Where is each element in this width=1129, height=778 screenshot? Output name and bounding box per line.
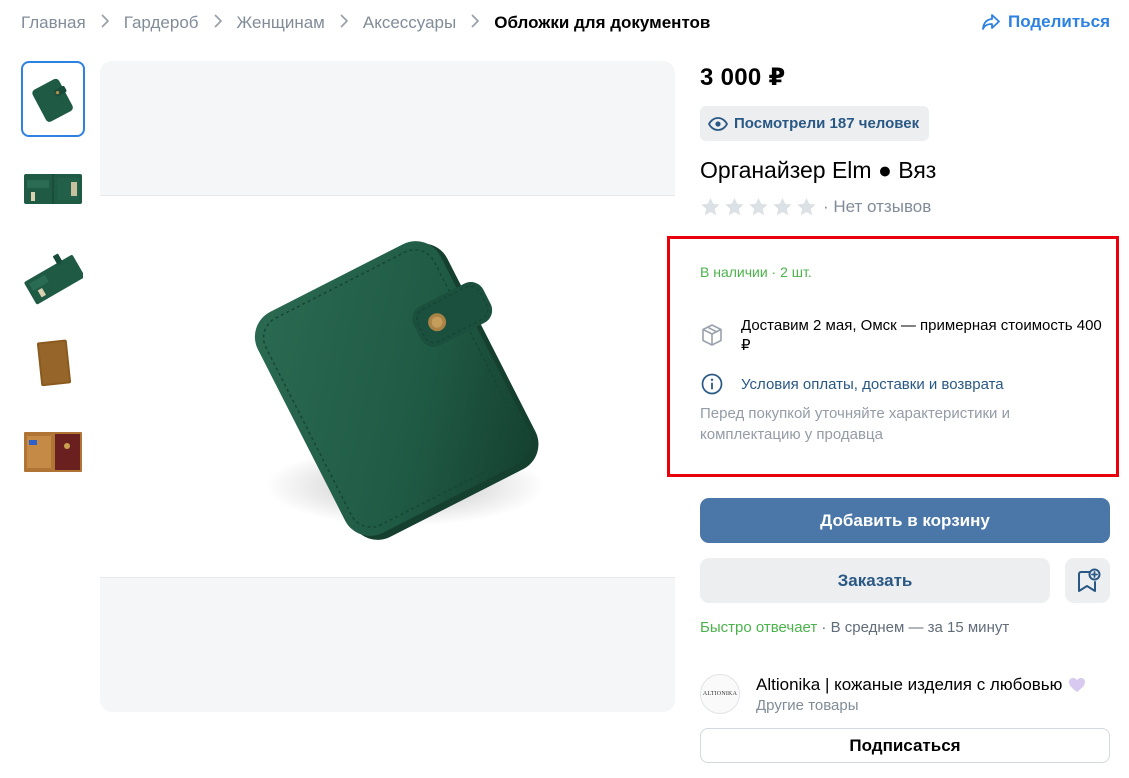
thumbnail-brown-cover[interactable] [21, 325, 85, 401]
thumbnail-green-cover-closed[interactable] [21, 61, 85, 137]
product-title: Органайзер Elm ● Вяз [700, 157, 937, 183]
seller-name[interactable]: Altionika | кожаные изделия с любовью [756, 675, 1062, 695]
thumbnail-passport-cover-open[interactable] [21, 413, 85, 489]
delivery-text: Доставим 2 мая, Омск — примерная стоимос… [741, 317, 1102, 354]
chevron-right-icon [471, 13, 480, 33]
thumbnail-list [21, 61, 85, 501]
product-info: 3 000 ₽ Посмотрели 187 человек Органайзе… [700, 61, 1110, 219]
delivery-info: Доставим 2 мая, Омск — примерная стоимос… [700, 316, 1111, 356]
seller-card[interactable]: ALTIONIKA Altionika | кожаные изделия с … [700, 674, 1086, 714]
eye-icon [708, 116, 728, 131]
rating-stars [700, 197, 820, 217]
fast-response-label: Быстро отвечает [700, 619, 818, 636]
reviews-label[interactable]: · Нет отзывов [823, 197, 931, 217]
product-photo [100, 195, 675, 578]
views-label: Посмотрели 187 человек [734, 115, 920, 132]
breadcrumb-item-women[interactable]: Женщинам [237, 13, 325, 33]
green-organizer-image [254, 241, 545, 540]
views-badge: Посмотрели 187 человек [700, 106, 930, 141]
terms-link[interactable]: Условия оплаты, доставки и возврата [700, 372, 1004, 396]
star-icon [773, 197, 792, 216]
product-gallery[interactable] [100, 61, 675, 712]
breadcrumb-current: Обложки для документов [494, 13, 711, 32]
breadcrumb-item-accessories[interactable]: Аксессуары [363, 13, 456, 33]
order-button[interactable]: Заказать [700, 558, 1050, 603]
share-label: Поделиться [1007, 12, 1110, 31]
chevron-right-icon [340, 13, 349, 33]
share-icon [982, 14, 1000, 30]
bookmark-add-button[interactable] [1065, 558, 1110, 603]
info-icon [701, 373, 723, 395]
star-icon [749, 197, 768, 216]
box-icon [702, 324, 722, 346]
breadcrumb-item-wardrobe[interactable]: Гардероб [124, 13, 199, 33]
rating: · Нет отзывов [700, 195, 1110, 219]
breadcrumb-item-home[interactable]: Главная [21, 13, 86, 33]
seller-avatar[interactable]: ALTIONIKA [700, 674, 740, 714]
breadcrumb: Главная Гардероб Женщинам Аксессуары Обл… [21, 12, 710, 34]
share-button[interactable]: Поделиться [981, 12, 1110, 32]
thumbnail-green-cover-open-side[interactable] [21, 237, 85, 313]
star-icon [725, 197, 744, 216]
seller-name-row: Altionika | кожаные изделия с любовью [756, 675, 1086, 695]
add-to-cart-button[interactable]: Добавить в корзину [700, 498, 1110, 543]
star-icon [797, 197, 816, 216]
chevron-right-icon [101, 13, 110, 33]
thumbnail-green-cover-open[interactable] [21, 149, 85, 225]
stock-status: В наличии · 2 шт. [700, 264, 812, 280]
response-time: Быстро отвечает · В среднем — за 15 мину… [700, 619, 1009, 636]
terms-label[interactable]: Условия оплаты, доставки и возврата [741, 376, 1004, 393]
product-price: 3 000 ₽ [700, 64, 786, 91]
subscribe-button[interactable]: Подписаться [700, 728, 1110, 763]
seller-note: Перед покупкой уточняйте характеристики … [700, 405, 1010, 443]
bookmark-add-icon [1077, 568, 1100, 592]
star-icon [701, 197, 720, 216]
other-goods-link[interactable]: Другие товары [756, 697, 1086, 714]
avg-response-label: · В среднем — за 15 минут [817, 619, 1010, 636]
heart-icon [1069, 677, 1086, 692]
chevron-right-icon [214, 13, 223, 33]
